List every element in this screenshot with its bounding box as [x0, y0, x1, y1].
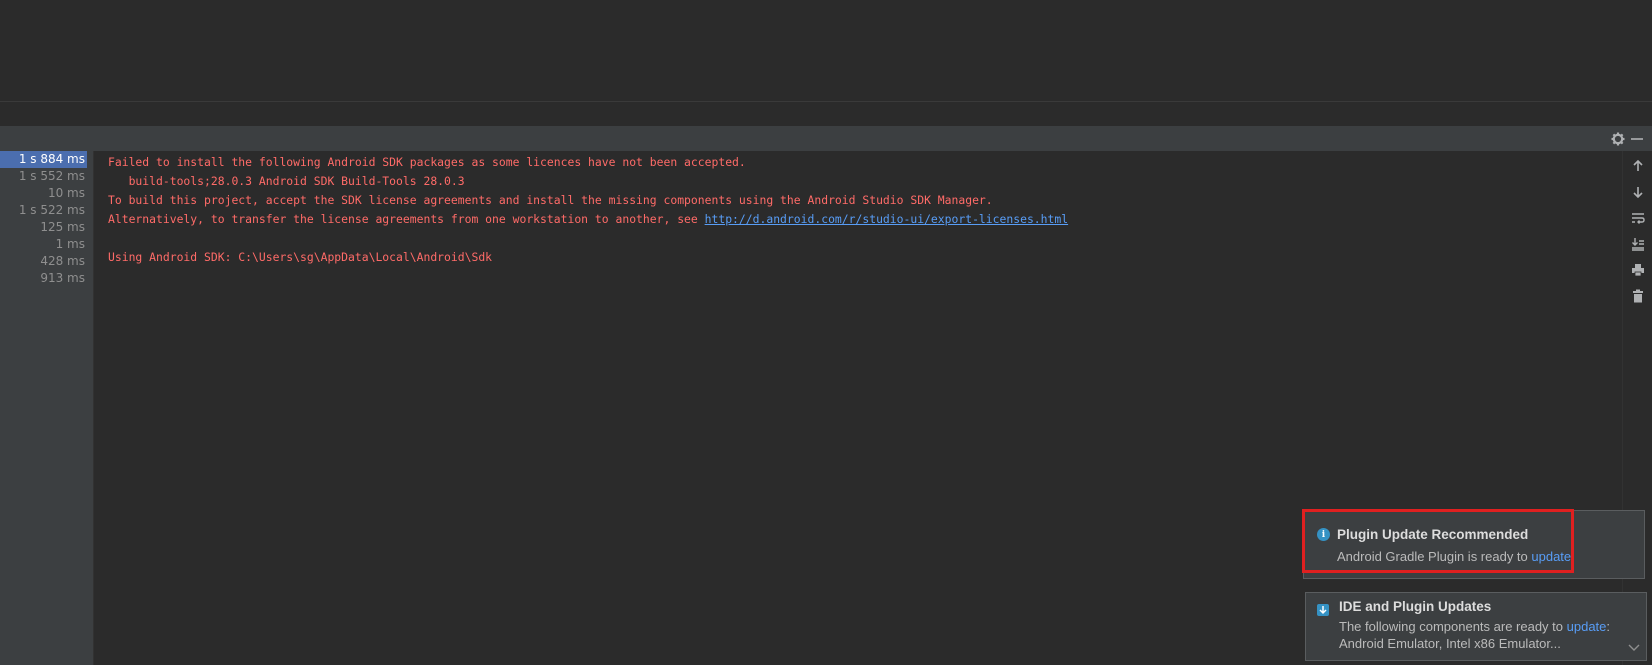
ide-updates-notification[interactable]: IDE and Plugin Updates The following com…: [1305, 592, 1647, 661]
duration-item[interactable]: 428 ms: [0, 253, 93, 270]
body-text: The following components are ready to: [1339, 619, 1567, 634]
soft-wrap-icon[interactable]: [1629, 209, 1647, 227]
console-side-toolbar: [1622, 151, 1652, 665]
chevron-down-icon[interactable]: [1628, 637, 1640, 656]
duration-item[interactable]: 10 ms: [0, 185, 93, 202]
trash-icon[interactable]: [1629, 287, 1647, 305]
arrow-up-icon[interactable]: [1629, 157, 1647, 175]
highlight-box: [1302, 509, 1574, 573]
duration-item[interactable]: 1 s 552 ms: [0, 168, 93, 185]
console-line: Using Android SDK: C:\Users\sg\AppData\L…: [108, 250, 493, 264]
console-line: Alternatively, to transfer the license a…: [108, 210, 1068, 228]
print-icon[interactable]: [1629, 261, 1647, 279]
notification-title: IDE and Plugin Updates: [1339, 599, 1492, 614]
console-line: To build this project, accept the SDK li…: [108, 193, 993, 207]
duration-item[interactable]: 1 s 884 ms: [0, 151, 87, 168]
update-icon: [1316, 602, 1330, 616]
console-output[interactable]: Failed to install the following Android …: [94, 151, 1622, 665]
notification-body-line2: Android Emulator, Intel x86 Emulator...: [1339, 636, 1561, 651]
body-text: :: [1606, 619, 1611, 634]
update-link[interactable]: update: [1567, 619, 1607, 634]
duration-item[interactable]: 913 ms: [0, 270, 93, 287]
gear-icon[interactable]: [1608, 129, 1628, 149]
run-toolbar: [0, 126, 1652, 152]
minimize-icon[interactable]: [1627, 129, 1647, 149]
console-text: Alternatively, to transfer the license a…: [108, 212, 705, 226]
console-line: build-tools;28.0.3 Android SDK Build-Too…: [108, 174, 465, 188]
duration-item[interactable]: 1 s 522 ms: [0, 202, 93, 219]
duration-item[interactable]: 1 ms: [0, 236, 93, 253]
notification-body: The following components are ready to up…: [1339, 619, 1610, 634]
editor-area: [0, 0, 1652, 102]
scroll-to-end-icon[interactable]: [1629, 235, 1647, 253]
arrow-down-icon[interactable]: [1629, 183, 1647, 201]
build-tree: 1 s 884 ms 1 s 552 ms 10 ms 1 s 522 ms 1…: [0, 151, 94, 665]
console-line: Failed to install the following Android …: [108, 155, 746, 169]
license-link[interactable]: http://d.android.com/r/studio-ui/export-…: [705, 212, 1068, 226]
tool-window-band: [0, 102, 1652, 126]
duration-item[interactable]: 125 ms: [0, 219, 93, 236]
